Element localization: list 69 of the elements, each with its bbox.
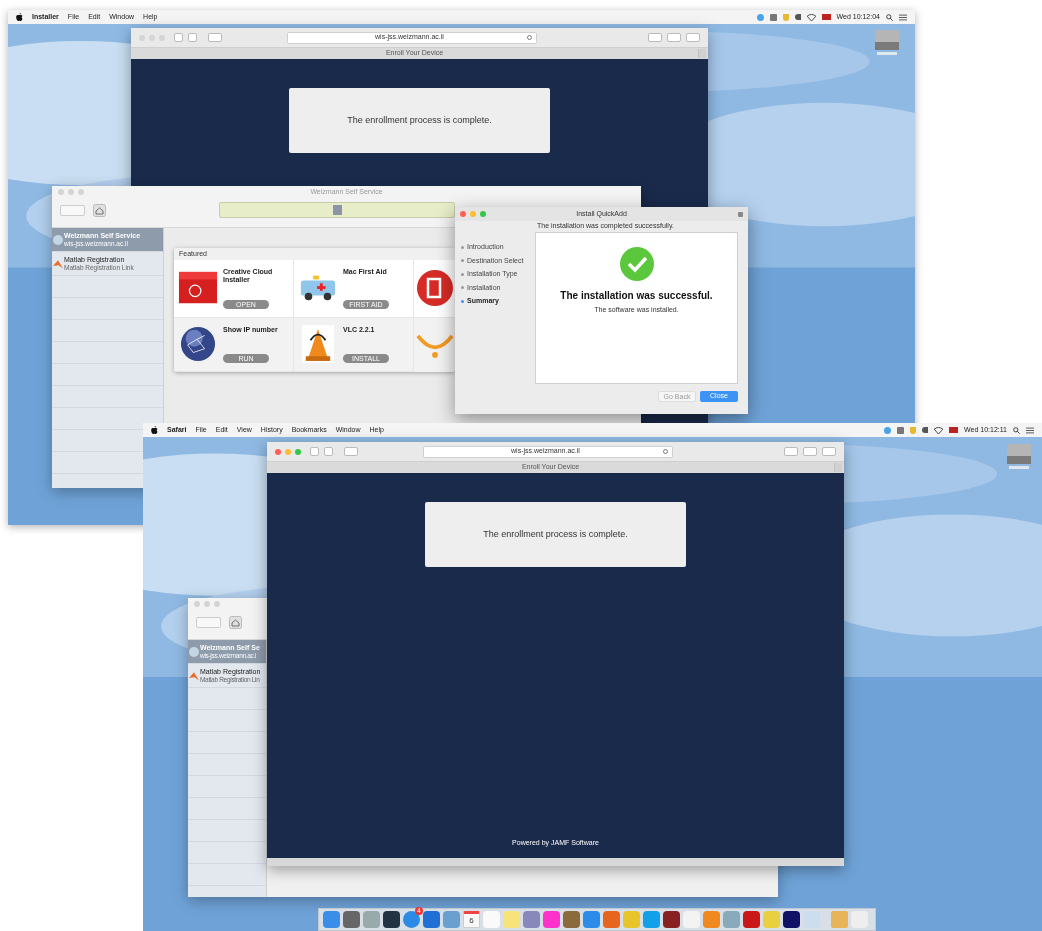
shield-icon[interactable] [910,426,917,434]
app-icon[interactable] [783,911,800,928]
logo-icon [53,234,63,245]
zoom-button[interactable] [480,211,486,217]
checkmark-icon [619,247,654,281]
share-button[interactable] [784,447,798,456]
traffic-cone-icon [302,325,334,364]
forward-button[interactable] [188,33,197,42]
sidebar-button[interactable] [208,33,222,42]
logo-icon [189,646,199,657]
back-forward-button[interactable] [196,616,221,628]
home-button[interactable] [229,615,242,629]
volume-icon[interactable] [922,427,929,433]
zoom-button[interactable] [214,601,220,607]
zoom-button[interactable] [295,448,301,455]
search-icon[interactable] [886,13,893,21]
home-button[interactable] [93,203,106,217]
minimize-button[interactable] [285,448,291,455]
minimize-button[interactable] [204,601,210,607]
apple-icon[interactable] [151,426,158,434]
peak-icon [189,670,199,681]
back-button[interactable] [310,447,319,456]
app-icon[interactable] [383,911,400,928]
volume-icon[interactable] [794,14,801,20]
headline: The installation was successful. [560,289,713,303]
new-tab-button[interactable] [834,463,842,472]
new-tab-button[interactable] [698,49,706,58]
shield-icon[interactable] [782,13,789,21]
wifi-icon[interactable] [934,426,944,434]
list-icon[interactable] [899,13,907,21]
sidebar-button[interactable] [344,447,358,456]
hard-drive-icon[interactable] [1005,442,1033,470]
close-button[interactable] [194,601,200,607]
office-logo-icon [416,269,454,308]
back-button[interactable] [174,33,183,42]
hard-drive-icon[interactable] [873,28,901,56]
close-button[interactable] [275,448,281,455]
ambulance-icon [299,274,337,303]
message-card: The enrollment process is complete. [425,502,686,567]
product-tile[interactable] [414,260,455,318]
message-card: The enrollment process is complete. [289,88,550,153]
app-icon[interactable] [663,911,680,928]
app-icon [332,205,342,215]
forward-button[interactable] [324,447,333,456]
globe-icon [180,326,216,363]
peak-icon [53,258,63,269]
apple-icon[interactable] [16,13,23,21]
list-icon[interactable] [1026,426,1034,434]
minimize-button[interactable] [68,189,74,195]
tabs-button[interactable] [667,33,681,42]
close-button[interactable] [460,211,466,217]
lock-icon [738,211,743,217]
back-forward-button[interactable] [60,204,85,216]
wifi-icon[interactable] [806,13,816,21]
minimize-button[interactable] [470,211,476,217]
box-icon [178,271,218,306]
search-icon[interactable] [1013,426,1020,434]
share-button[interactable] [648,33,662,42]
close-button[interactable] [58,189,64,195]
app-icon[interactable] [343,911,360,928]
calendar-icon[interactable]: 6 [463,911,480,928]
product-tile[interactable] [414,317,455,372]
flag-icon[interactable] [949,427,959,433]
app-icon[interactable] [743,911,760,928]
tabs-button[interactable] [803,447,817,456]
settings-button[interactable] [822,447,836,456]
flag-icon[interactable] [821,14,831,20]
zoom-button[interactable] [78,189,84,195]
settings-button[interactable] [686,33,700,42]
